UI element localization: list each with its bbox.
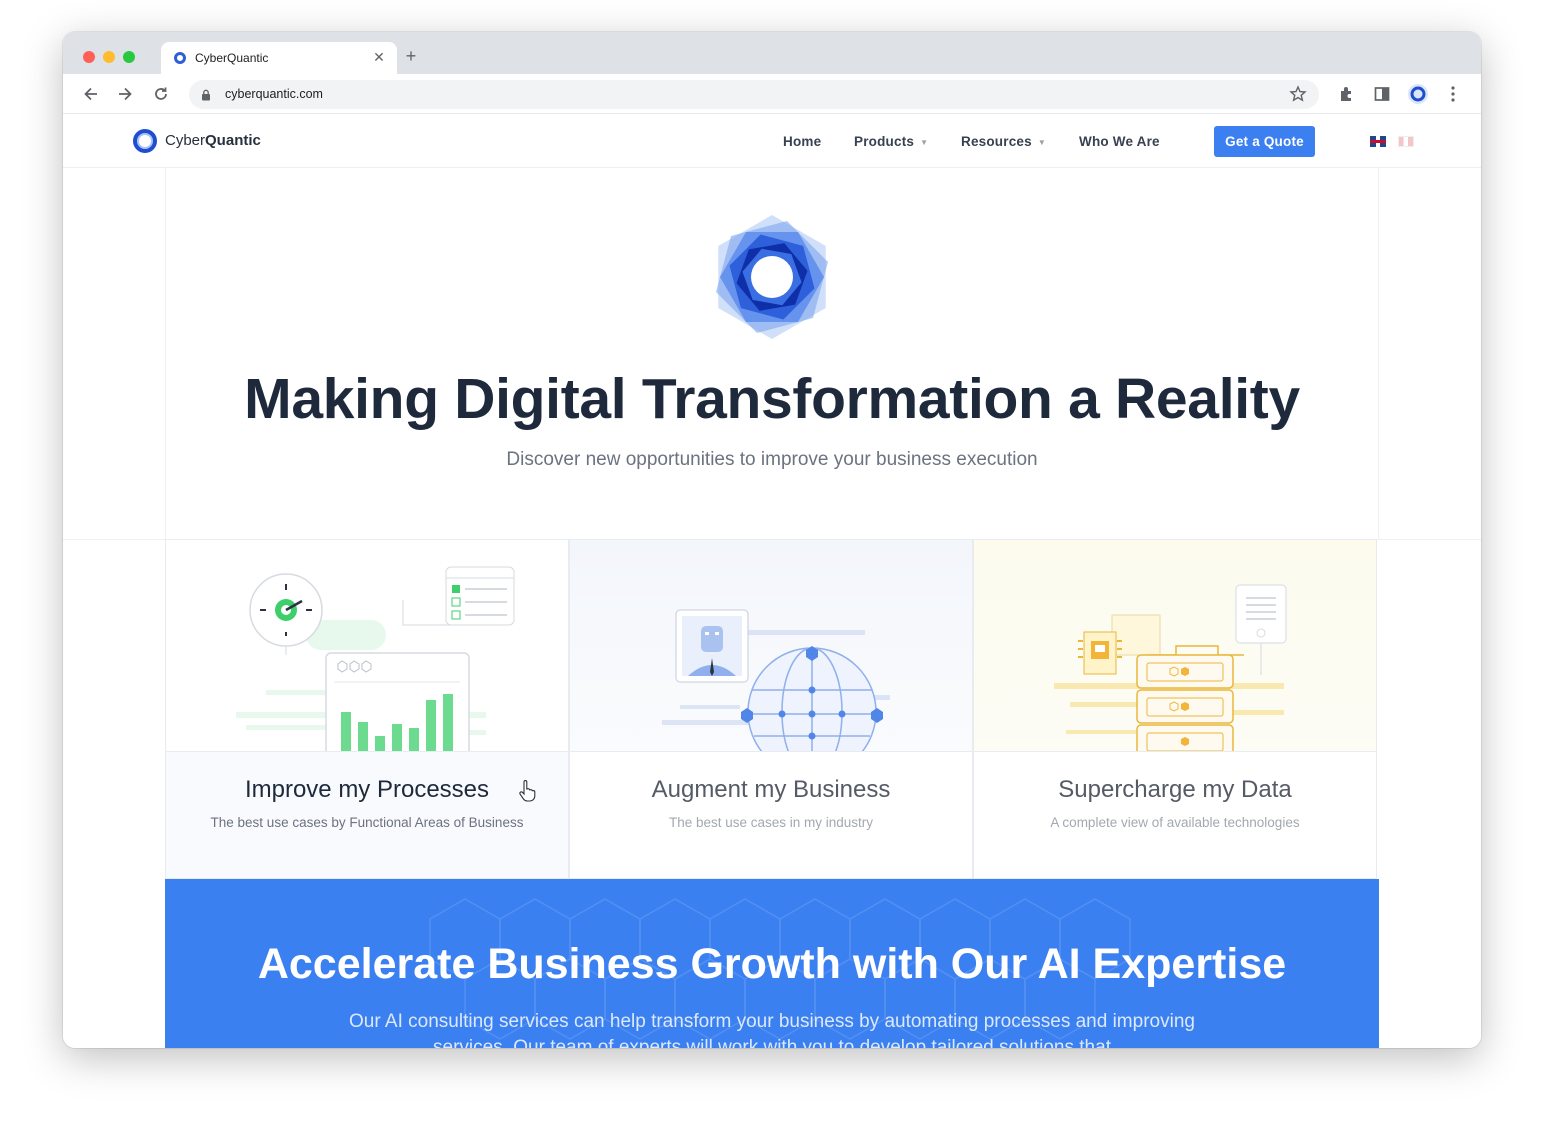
web-page: CyberQuantic Home Products ▼ Resources ▼ W… bbox=[63, 115, 1481, 1048]
new-tab-icon[interactable]: + bbox=[401, 46, 421, 66]
logo-text-bold: Quantic bbox=[205, 132, 261, 149]
card-subtitle: A complete view of available technologie… bbox=[1050, 815, 1300, 830]
ai-expertise-text: Our AI consulting services can help tran… bbox=[349, 1011, 1195, 1048]
ai-expertise-section: Accelerate Business Growth with Our AI E… bbox=[165, 879, 1379, 1048]
nav-home[interactable]: Home bbox=[783, 134, 821, 149]
tab-strip: CyberQuantic ✕ + bbox=[63, 32, 1481, 74]
browser-tab[interactable]: CyberQuantic ✕ bbox=[161, 42, 397, 74]
card-title: Improve my Processes bbox=[244, 776, 490, 803]
bookmark-star-icon[interactable] bbox=[1289, 85, 1307, 108]
browser-menu-icon[interactable] bbox=[1441, 82, 1465, 106]
hero-hexagon-logo bbox=[716, 215, 828, 339]
reload-icon[interactable] bbox=[149, 82, 173, 106]
cyberquantic-logo-icon[interactable] bbox=[133, 129, 157, 153]
card-subtitle: The best use cases by Functional Areas o… bbox=[210, 815, 524, 830]
browser-window: CyberQuantic ✕ + cyberquantic.com CyberQ… bbox=[63, 32, 1481, 1048]
url-text: cyberquantic.com bbox=[225, 87, 323, 101]
logo-text-light: Cyber bbox=[165, 132, 206, 149]
hero-title: Making Digital Transformation a Reality bbox=[244, 367, 1300, 431]
get-a-quote-button[interactable]: Get a Quote bbox=[1214, 126, 1315, 157]
minimize-window-button[interactable] bbox=[103, 51, 115, 63]
card-augment-business[interactable]: Augment my Business The best use cases i… bbox=[569, 539, 973, 879]
back-icon[interactable] bbox=[79, 82, 103, 106]
nav-resources[interactable]: Resources ▼ bbox=[961, 134, 1046, 149]
processes-illustration bbox=[166, 540, 568, 752]
extensions-icon[interactable] bbox=[1335, 82, 1359, 106]
nav-products-label: Products bbox=[854, 134, 915, 149]
site-header: CyberQuantic Home Products ▼ Resources ▼ W… bbox=[63, 115, 1481, 168]
forward-icon[interactable] bbox=[113, 82, 137, 106]
maximize-window-button[interactable] bbox=[123, 51, 135, 63]
card-title: Supercharge my Data bbox=[1058, 776, 1292, 803]
feature-cards: Improve my Processes The best use cases … bbox=[165, 539, 1379, 879]
browser-toolbar: cyberquantic.com bbox=[63, 74, 1481, 114]
hand-cursor-icon bbox=[519, 780, 536, 802]
chevron-down-icon: ▼ bbox=[1037, 137, 1046, 147]
close-window-button[interactable] bbox=[83, 51, 95, 63]
chevron-down-icon: ▼ bbox=[920, 137, 929, 147]
uk-flag-icon[interactable] bbox=[1370, 136, 1386, 147]
site-logo-text[interactable]: CyberQuantic bbox=[165, 132, 261, 149]
business-illustration bbox=[570, 540, 972, 752]
nav-who-we-are[interactable]: Who We Are bbox=[1079, 134, 1160, 149]
close-tab-icon[interactable]: ✕ bbox=[370, 48, 388, 66]
card-improve-processes[interactable]: Improve my Processes The best use cases … bbox=[165, 539, 569, 879]
nav-resources-label: Resources bbox=[961, 134, 1032, 149]
card-title: Augment my Business bbox=[651, 776, 891, 803]
ai-expertise-title: Accelerate Business Growth with Our AI E… bbox=[257, 940, 1287, 988]
card-supercharge-data[interactable]: Supercharge my Data A complete view of a… bbox=[973, 539, 1377, 879]
profile-avatar-icon[interactable] bbox=[1406, 82, 1430, 106]
nav-products[interactable]: Products ▼ bbox=[854, 134, 928, 149]
data-illustration bbox=[974, 540, 1376, 752]
france-flag-icon[interactable] bbox=[1398, 136, 1414, 147]
lock-icon bbox=[201, 88, 211, 106]
site-favicon-icon bbox=[174, 52, 186, 64]
card-subtitle: The best use cases in my industry bbox=[668, 815, 874, 830]
hero-subtitle: Discover new opportunities to improve yo… bbox=[506, 449, 1038, 470]
address-bar[interactable]: cyberquantic.com bbox=[189, 80, 1319, 109]
side-panel-icon[interactable] bbox=[1370, 82, 1394, 106]
tab-title: CyberQuantic bbox=[195, 51, 269, 65]
